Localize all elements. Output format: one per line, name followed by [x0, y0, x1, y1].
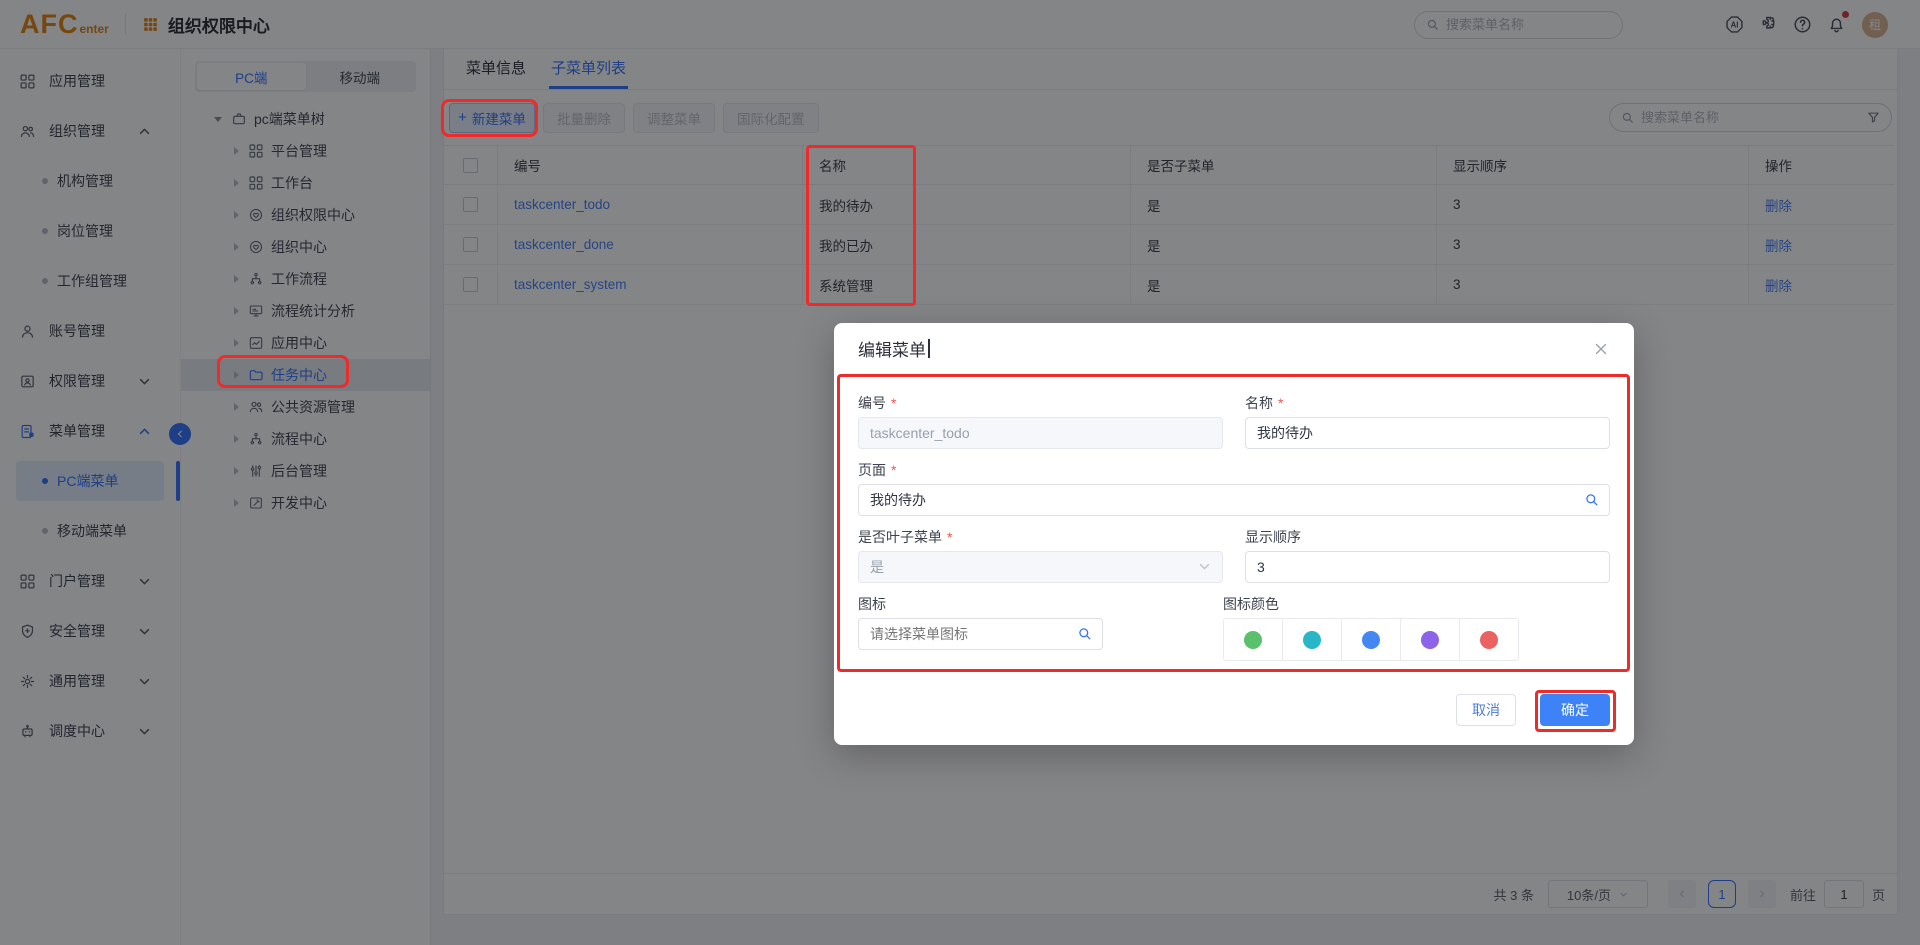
color-dot: [1421, 631, 1439, 649]
confirm-button[interactable]: 确定: [1540, 694, 1610, 726]
leaf-field-select[interactable]: [858, 551, 1223, 583]
page-field-input[interactable]: [858, 484, 1610, 516]
cancel-button[interactable]: 取消: [1456, 694, 1516, 726]
required-asterisk: *: [1278, 395, 1283, 411]
code-field-input[interactable]: [858, 417, 1223, 449]
code-field-label: 编号*: [858, 393, 1223, 413]
dialog-form: 编号* 名称* 页面*: [834, 374, 1634, 661]
color-dot: [1303, 631, 1321, 649]
name-field-label: 名称*: [1245, 393, 1610, 413]
color-swatch-blue[interactable]: [1342, 619, 1401, 660]
close-icon[interactable]: [1592, 340, 1610, 358]
color-dot: [1244, 631, 1262, 649]
icon-color-swatches: [1223, 618, 1519, 661]
color-dot: [1480, 631, 1498, 649]
required-asterisk: *: [947, 529, 952, 545]
icon-color-label: 图标颜色: [1223, 594, 1588, 614]
icon-field-label: 图标: [858, 594, 1103, 614]
dialog-footer: 取消 确定: [1456, 694, 1610, 726]
name-field-input[interactable]: [1245, 417, 1610, 449]
color-swatch-teal[interactable]: [1283, 619, 1342, 660]
dialog-title: 编辑菜单: [858, 336, 926, 361]
color-swatch-green[interactable]: [1224, 619, 1283, 660]
color-dot: [1362, 631, 1380, 649]
required-asterisk: *: [891, 462, 896, 478]
text-cursor: [928, 339, 930, 358]
chevron-down-icon: [1196, 558, 1213, 575]
dialog-header: 编辑菜单: [834, 323, 1634, 374]
page-field-label: 页面*: [858, 460, 1610, 480]
edit-menu-dialog: 编辑菜单 编号* 名称* 页面*: [834, 323, 1634, 745]
color-swatch-red[interactable]: [1460, 619, 1518, 660]
color-swatch-purple[interactable]: [1401, 619, 1460, 660]
icon-field-input[interactable]: [858, 618, 1103, 650]
search-icon[interactable]: [1583, 491, 1600, 508]
leaf-field-label: 是否叶子菜单*: [858, 527, 1223, 547]
order-field-input[interactable]: [1245, 551, 1610, 583]
search-icon[interactable]: [1076, 625, 1093, 642]
required-asterisk: *: [891, 395, 896, 411]
order-field-label: 显示顺序: [1245, 527, 1610, 547]
